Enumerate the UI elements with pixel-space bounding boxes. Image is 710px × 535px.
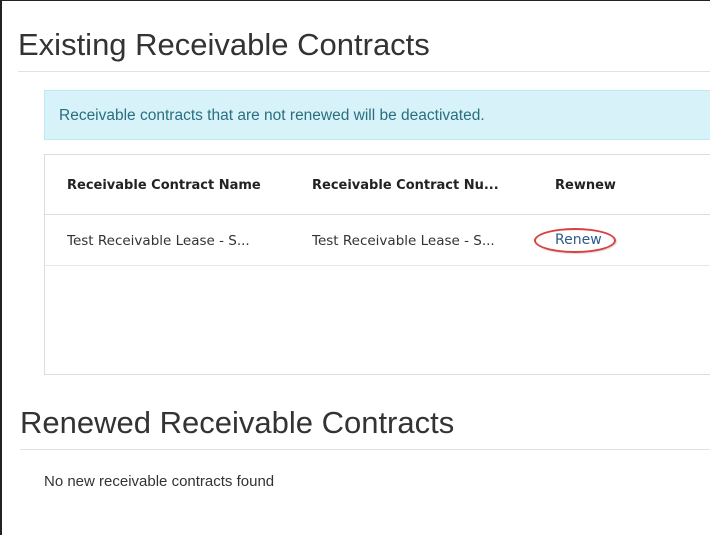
table-row: Test Receivable Lease - S... Test Receiv… <box>45 215 710 266</box>
header-renew[interactable]: Rewnew <box>555 178 616 193</box>
cell-contract-number: Test Receivable Lease - S... <box>312 233 495 249</box>
header-contract-number[interactable]: Receivable Contract Nu... <box>312 178 499 193</box>
cell-contract-name: Test Receivable Lease - S... <box>67 233 250 249</box>
existing-contracts-title: Existing Receivable Contracts <box>18 27 430 62</box>
title-divider <box>18 71 710 72</box>
table-header: Receivable Contract Name Receivable Cont… <box>45 155 710 215</box>
renew-link[interactable]: Renew <box>555 232 602 248</box>
title-divider <box>20 449 710 450</box>
header-contract-name[interactable]: Receivable Contract Name <box>67 178 261 193</box>
renewed-contracts-title: Renewed Receivable Contracts <box>20 405 455 440</box>
page: Existing Receivable Contracts Receivable… <box>0 0 710 535</box>
existing-contracts-table: Receivable Contract Name Receivable Cont… <box>44 154 710 375</box>
alert-message: Receivable contracts that are not renewe… <box>59 107 485 124</box>
empty-state-message: No new receivable contracts found <box>44 473 275 490</box>
info-alert: Receivable contracts that are not renewe… <box>44 90 710 140</box>
